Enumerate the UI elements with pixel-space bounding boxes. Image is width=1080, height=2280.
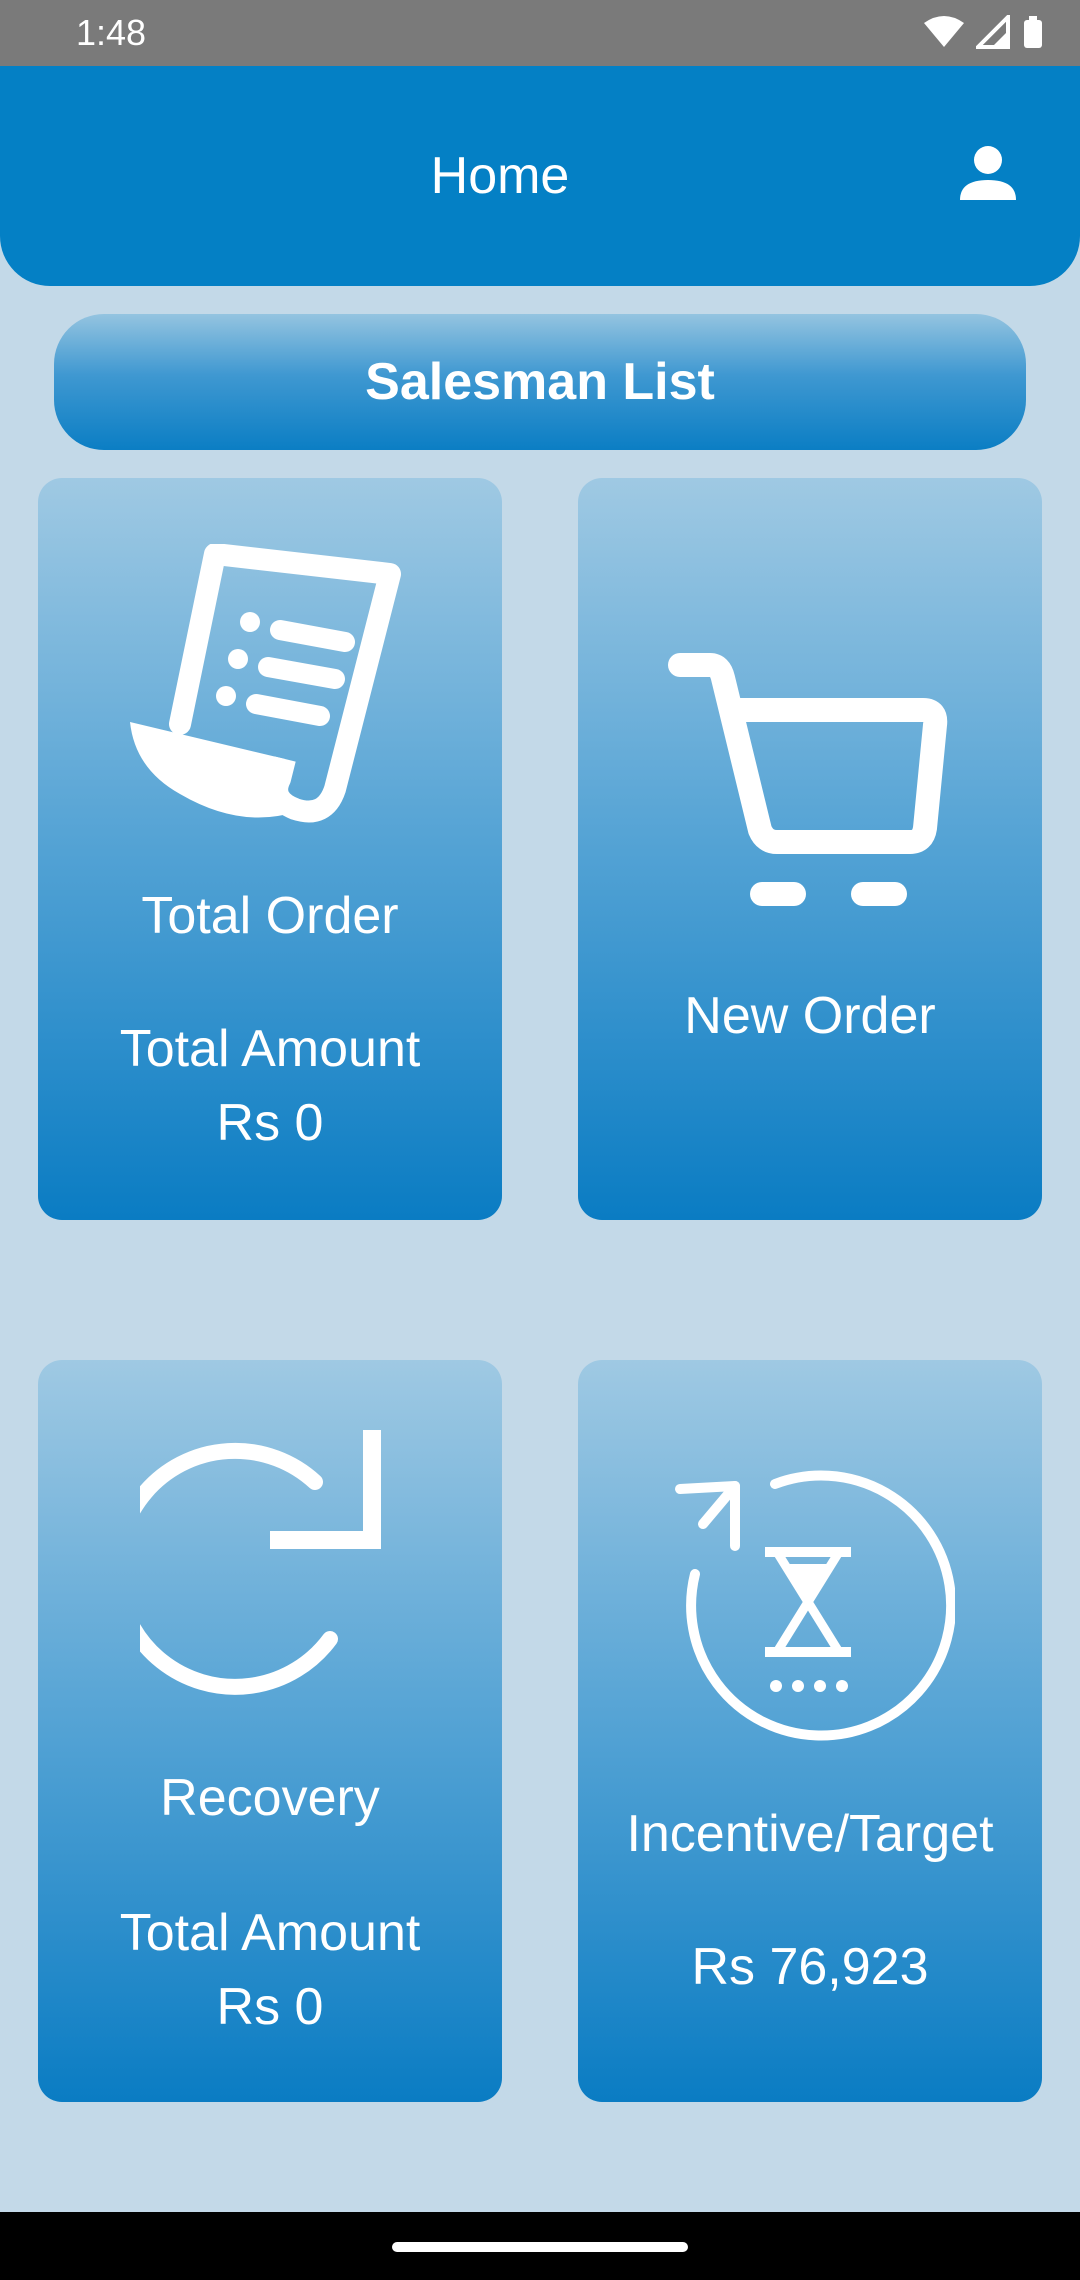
- total-order-amount-label: Total Amount: [119, 1020, 421, 1078]
- hourglass-cycle-icon: [675, 1470, 955, 1741]
- wifi-icon: [924, 16, 964, 47]
- status-icons: [924, 14, 1044, 50]
- home-gesture-handle[interactable]: [392, 2242, 688, 2252]
- incentive-target-value: Rs 76,923: [691, 1938, 929, 1996]
- total-order-label: Total Order: [141, 887, 399, 945]
- salesman-list-button[interactable]: Salesman List: [54, 314, 1026, 450]
- new-order-label: New Order: [684, 987, 936, 1045]
- person-icon: [960, 146, 1016, 200]
- recovery-label: Recovery: [160, 1769, 380, 1827]
- battery-icon: [1024, 16, 1042, 48]
- signal-icon: [976, 15, 1010, 49]
- refresh-icon: [140, 1430, 381, 1695]
- status-time: 1:48: [76, 12, 147, 53]
- status-bar: 1:48: [0, 0, 1080, 66]
- recovery-amount-value: Rs 0: [216, 1978, 324, 2036]
- recovery-amount-label: Total Amount: [119, 1904, 421, 1962]
- page-title: Home: [430, 147, 570, 205]
- app-bar: Home: [0, 66, 1080, 286]
- total-order-card[interactable]: Total Order Total Amount Rs 0: [38, 478, 502, 1220]
- incentive-target-label: Incentive/Target: [626, 1805, 994, 1863]
- recovery-card[interactable]: Recovery Total Amount Rs 0: [38, 1360, 502, 2102]
- system-nav-bar: [0, 2212, 1080, 2280]
- receipt-icon: [130, 544, 401, 823]
- profile-button[interactable]: [956, 142, 1020, 206]
- shopping-cart-icon: [668, 653, 948, 906]
- new-order-card[interactable]: New Order: [578, 478, 1042, 1220]
- total-order-amount-value: Rs 0: [216, 1094, 324, 1152]
- incentive-target-card[interactable]: Incentive/Target Rs 76,923: [578, 1360, 1042, 2102]
